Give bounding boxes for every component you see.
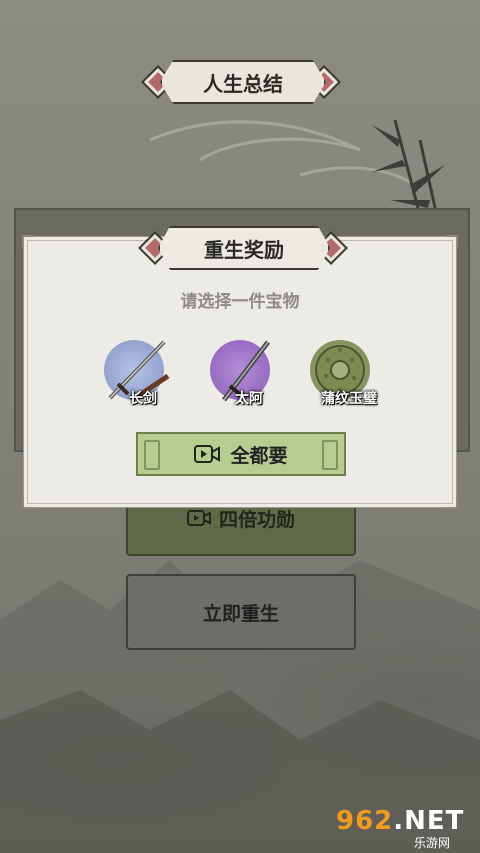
video-ad-icon (186, 510, 211, 526)
frame-corner (22, 235, 34, 247)
treasure-item-long-sword[interactable]: 长剑 (98, 338, 188, 412)
frame-corner (446, 497, 458, 509)
treasure-item-jade-disc[interactable]: 蒲纹玉璧 (304, 338, 394, 412)
summary-title: 人生总结 (160, 60, 326, 104)
button-ornament (322, 440, 338, 470)
quadruple-merit-label: 四倍功勋 (218, 508, 295, 531)
frame-corner (446, 235, 458, 247)
rebirth-now-button[interactable]: 立即重生 (126, 574, 356, 650)
treasure-item-taia[interactable]: 太阿 (204, 338, 294, 412)
item-label: 蒲纹玉璧 (321, 391, 377, 407)
frame-corner (22, 497, 34, 509)
take-all-label: 全都要 (230, 444, 288, 467)
watermark-logo: 962.NET (336, 806, 465, 836)
rebirth-now-label: 立即重生 (202, 602, 279, 625)
take-all-button[interactable]: 全都要 (136, 432, 346, 476)
item-label: 太阿 (235, 391, 263, 407)
button-ornament (144, 440, 160, 470)
video-ad-icon (194, 445, 221, 463)
site-watermark: 962.NET 乐游网 (336, 806, 476, 850)
item-label: 长剑 (129, 391, 157, 407)
dialog-title: 重生奖励 (158, 226, 330, 270)
dialog-subtitle: 请选择一件宝物 (180, 292, 300, 312)
watermark-subtitle: 乐游网 (414, 836, 451, 850)
